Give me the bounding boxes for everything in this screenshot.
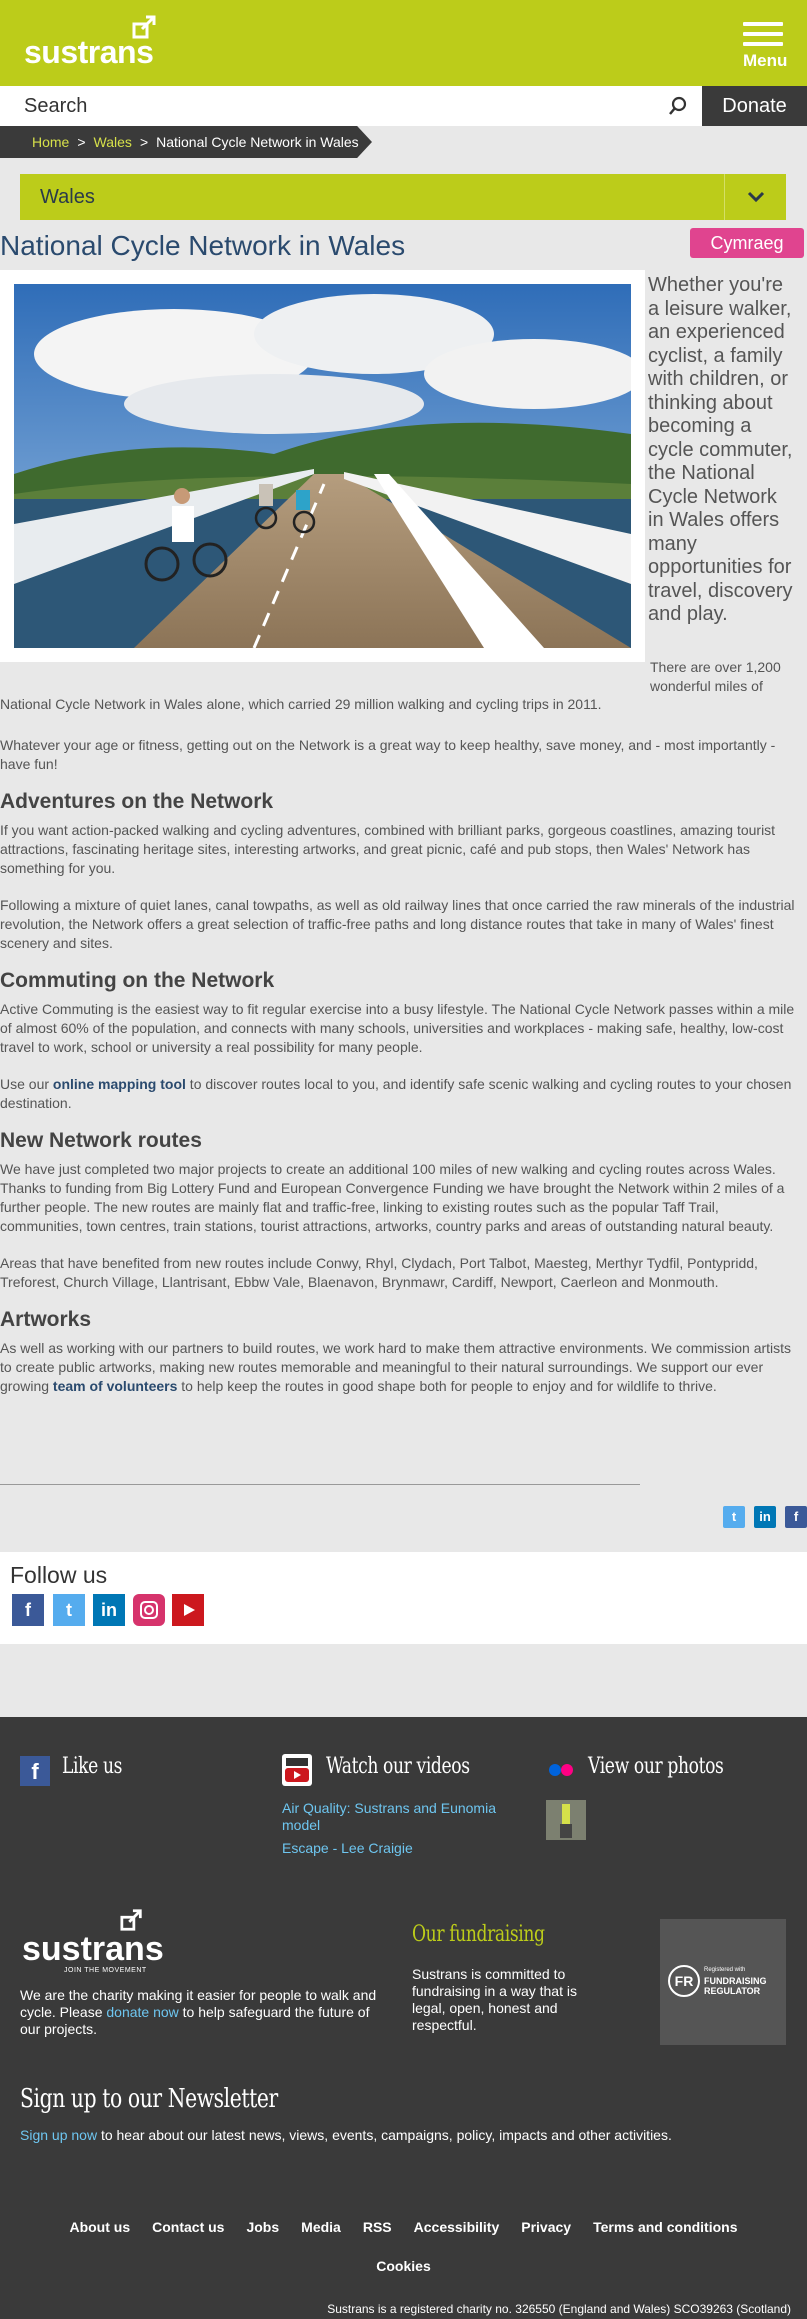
video-link-1[interactable]: Air Quality: Sustrans and Eunomia model (282, 1800, 512, 1834)
menu-button[interactable]: Menu (743, 22, 788, 71)
like-us-heading[interactable]: Like us (62, 1754, 122, 1779)
divider (0, 1484, 640, 1485)
view-photos-heading[interactable]: View our photos (588, 1754, 724, 1779)
breadcrumb: Home > Wales > National Cycle Network in Wal… (0, 126, 372, 158)
cymraeg-button[interactable]: Cymraeg (690, 228, 804, 258)
footer-link-terms[interactable]: Terms and conditions (593, 2219, 737, 2235)
adventures-paragraph-1: If you want action-packed walking and cy… (0, 822, 776, 876)
charity-registration: Sustrans is a registered charity no. 326… (327, 2302, 791, 2316)
footer-link-jobs[interactable]: Jobs (246, 2219, 279, 2235)
breadcrumb-current: National Cycle Network in Wales (156, 134, 359, 150)
online-mapping-tool-link[interactable]: online mapping tool (53, 1076, 186, 1092)
follow-us: Follow us f t in (0, 1552, 807, 1644)
logo-arrow-icon (132, 15, 156, 39)
chevron-down-icon[interactable] (724, 174, 786, 220)
sign-up-now-link[interactable]: Sign up now (20, 2127, 97, 2143)
intro-stat-a: There are over 1,200 wonderful miles of (650, 659, 781, 694)
facebook-icon[interactable]: f (785, 1506, 807, 1528)
donate-button[interactable]: Donate (702, 86, 807, 126)
intro-lead: Whether you're a leisure walker, an expe… (648, 274, 793, 625)
footer-link-rss[interactable]: RSS (363, 2219, 392, 2235)
region-select[interactable]: Wales (20, 174, 786, 220)
twitter-icon[interactable]: t (723, 1506, 745, 1528)
cyclists-on-bridge-image (0, 270, 645, 662)
photo-thumbnail[interactable] (546, 1800, 586, 1840)
footer-link-accessibility[interactable]: Accessibility (414, 2219, 500, 2235)
video-link-2[interactable]: Escape - Lee Craigie (282, 1840, 413, 1857)
facebook-icon[interactable]: f (12, 1594, 44, 1626)
facebook-icon[interactable]: f (20, 1756, 50, 1786)
newsletter-text: Sign up now to hear about our latest new… (20, 2127, 672, 2143)
logo-arrow-icon (120, 1909, 142, 1931)
search-icon[interactable] (668, 96, 688, 116)
flickr-icon[interactable] (546, 1762, 576, 1778)
commuting-paragraph-1: Active Commuting is the easiest way to f… (0, 1001, 795, 1055)
footer-link-cookies[interactable]: Cookies (0, 2258, 807, 2274)
artworks-paragraph-1: As well as working with our partners to … (0, 1340, 792, 1394)
new-routes-paragraph-2: Areas that have benefited from new route… (0, 1255, 758, 1290)
hamburger-icon (743, 22, 783, 26)
commuting-heading: Commuting on the Network (0, 969, 275, 992)
instagram-icon[interactable] (133, 1594, 165, 1626)
fundraising-heading: Our fundraising (412, 1922, 545, 1947)
fr-mark: FR (668, 1965, 700, 1997)
adventures-heading: Adventures on the Network (0, 790, 274, 813)
menu-label: Menu (743, 51, 788, 70)
search-bar: Donate (0, 86, 807, 126)
breadcrumb-wales[interactable]: Wales (94, 134, 132, 150)
linkedin-icon[interactable]: in (754, 1506, 776, 1528)
page-title: National Cycle Network in Wales (0, 230, 406, 261)
adventures-paragraph-2: Following a mixture of quiet lanes, cana… (0, 897, 795, 951)
fundraising-text: Sustrans is committed to fundraising in … (412, 1966, 577, 2033)
search-input[interactable] (0, 86, 640, 126)
footer-logo[interactable]: sustrans (22, 1930, 164, 1969)
footer-link-about[interactable]: About us (69, 2219, 130, 2235)
youtube-icon[interactable] (172, 1594, 204, 1626)
watch-videos-heading[interactable]: Watch our videos (326, 1754, 470, 1779)
follow-us-heading: Follow us (10, 1562, 108, 1588)
intro-paragraph-2: Whatever your age or fitness, getting ou… (0, 737, 776, 772)
new-routes-paragraph-1: We have just completed two major project… (0, 1161, 785, 1234)
linkedin-icon[interactable]: in (93, 1594, 125, 1626)
footer-about: We are the charity making it easier for … (20, 1987, 377, 2037)
artworks-heading: Artworks (0, 1308, 92, 1331)
main-content: Whatever your age or fitness, getting ou… (0, 736, 800, 1414)
donate-now-link[interactable]: donate now (106, 2004, 178, 2020)
youtube-icon[interactable] (282, 1754, 312, 1786)
team-of-volunteers-link[interactable]: team of volunteers (53, 1378, 177, 1394)
newsletter-heading: Sign up to our Newsletter (20, 2084, 278, 2114)
fundraising-regulator-badge[interactable]: FR Registered with FUNDRAISING REGULATOR (660, 1919, 786, 2045)
footer-link-privacy[interactable]: Privacy (521, 2219, 571, 2235)
twitter-icon[interactable]: t (53, 1594, 85, 1626)
commuting-paragraph-2: Use our online mapping tool to discover … (0, 1076, 792, 1111)
footer-tagline: JOIN THE MOVEMENT (64, 1967, 147, 1974)
intro-stat-b: National Cycle Network in Wales alone, w… (0, 696, 602, 712)
footer-link-media[interactable]: Media (301, 2219, 341, 2235)
site-header: sustrans Menu (0, 0, 807, 86)
region-select-value: Wales (40, 186, 95, 208)
footer-link-contact[interactable]: Contact us (152, 2219, 224, 2235)
breadcrumb-home[interactable]: Home (32, 134, 69, 150)
footer-nav: About us Contact us Jobs Media RSS Accessibil… (0, 2219, 807, 2235)
new-routes-heading: New Network routes (0, 1129, 202, 1152)
